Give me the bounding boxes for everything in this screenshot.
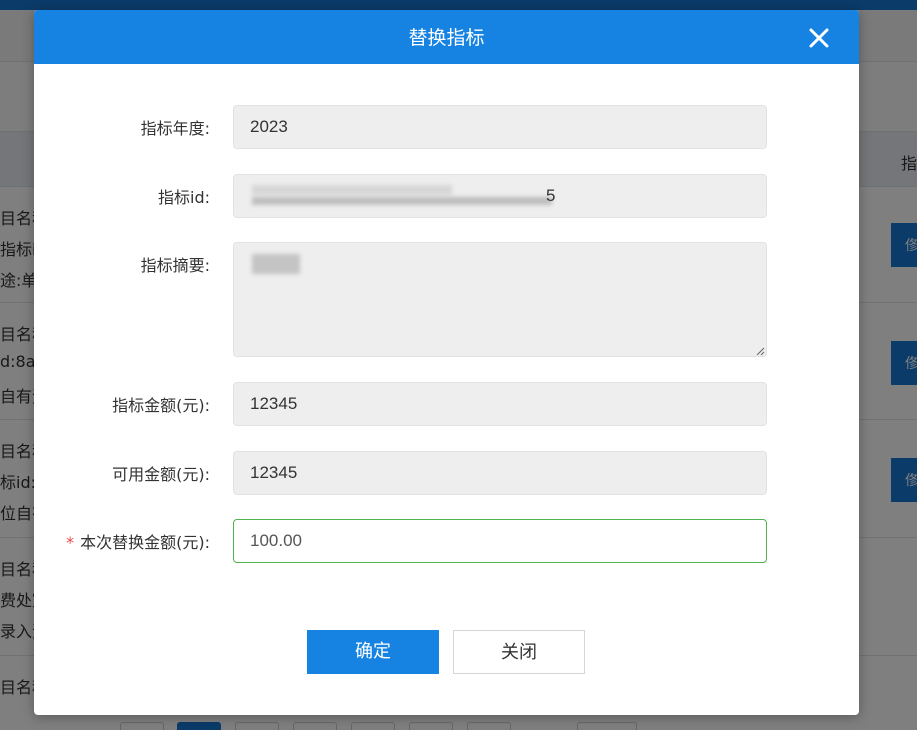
year-label: 指标年度: <box>140 119 210 138</box>
redacted-text <box>252 197 552 205</box>
dialog-title: 替换指标 <box>408 27 485 49</box>
confirm-button[interactable]: 确定 <box>307 630 439 674</box>
required-mark: * <box>66 533 75 552</box>
replace-amount-input[interactable]: 100.00 <box>233 519 767 563</box>
replace-amount-label-text: 本次替换金额(元): <box>80 533 210 552</box>
indicator-id-visible-char: 5 <box>546 186 556 205</box>
available-amount-field: 12345 <box>233 451 767 495</box>
amount-field: 12345 <box>233 382 767 426</box>
redacted-text <box>252 185 452 195</box>
replace-indicator-dialog: 替换指标 指标年度: 2023 指标id: 5 指标摘要: 指标金额(元): 1… <box>34 10 859 715</box>
year-field: 2023 <box>233 105 767 149</box>
summary-label: 指标摘要: <box>140 256 210 275</box>
resize-handle-icon[interactable] <box>755 346 765 356</box>
dialog-header: 替换指标 <box>34 10 859 64</box>
redacted-text <box>252 254 300 274</box>
indicator-id-label: 指标id: <box>158 188 210 207</box>
amount-label: 指标金额(元): <box>112 396 210 415</box>
replace-amount-label: * 本次替换金额(元): <box>66 529 210 553</box>
close-button[interactable]: 关闭 <box>453 630 585 674</box>
close-icon[interactable] <box>806 25 832 51</box>
summary-textarea <box>233 242 767 357</box>
indicator-id-field: 5 <box>233 174 767 218</box>
available-label: 可用金额(元): <box>112 465 210 484</box>
